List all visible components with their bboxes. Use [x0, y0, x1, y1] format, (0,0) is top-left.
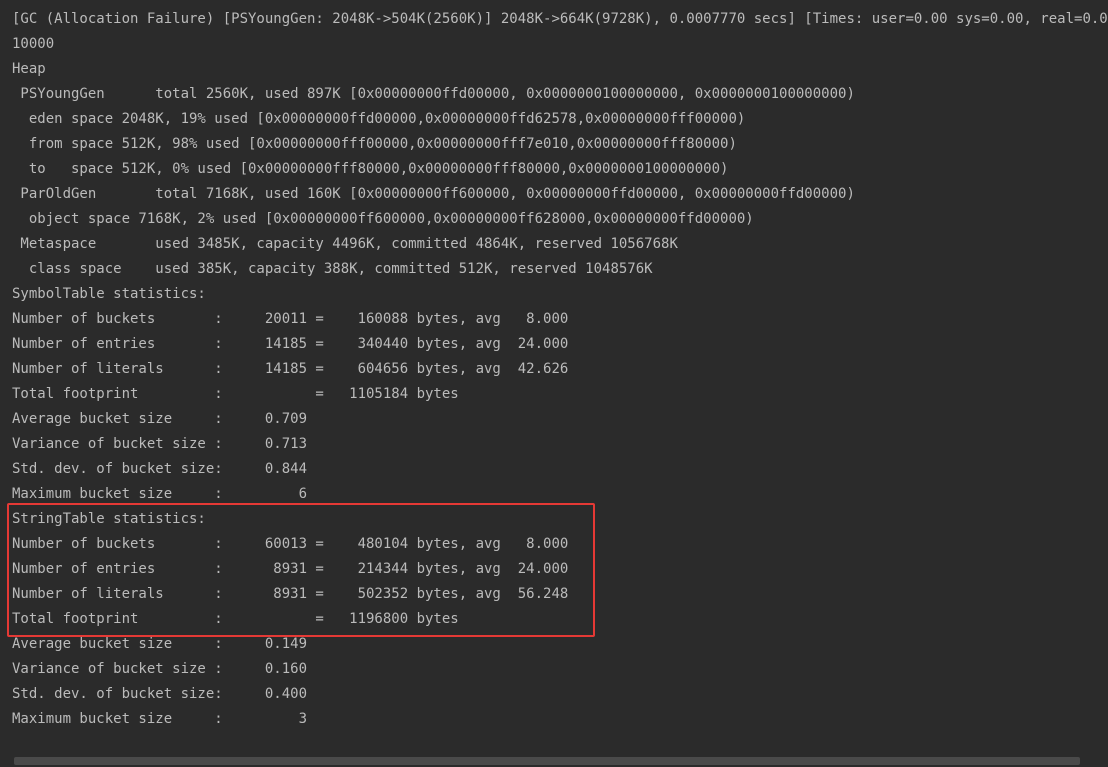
console-line-string-buckets: Number of buckets : 60013 = 480104 bytes…: [12, 536, 569, 552]
console-line-string-avg-bucket: Average bucket size : 0.149: [12, 636, 308, 652]
console-line-string-entries: Number of entries : 8931 = 214344 bytes,…: [12, 561, 569, 577]
console-lines: [GC (Allocation Failure) [PSYoungGen: 20…: [12, 7, 1108, 732]
horizontal-scrollbar[interactable]: [0, 755, 1108, 767]
console-output-panel[interactable]: [GC (Allocation Failure) [PSYoungGen: 20…: [0, 0, 1108, 767]
console-line-symbol-variance: Variance of bucket size : 0.713: [12, 436, 308, 452]
console-line-object-space: object space 7168K, 2% used [0x00000000f…: [12, 211, 754, 227]
console-line-output: 10000: [12, 36, 55, 52]
console-line-string-max-bucket: Maximum bucket size : 3: [12, 711, 308, 727]
console-line-symbol-buckets: Number of buckets : 20011 = 160088 bytes…: [12, 311, 569, 327]
console-line-metaspace: Metaspace used 3485K, capacity 4496K, co…: [12, 236, 678, 252]
console-line-string-footprint: Total footprint : = 1196800 bytes: [12, 611, 459, 627]
console-line-symbol-avg-bucket: Average bucket size : 0.709: [12, 411, 308, 427]
console-line-class-space: class space used 385K, capacity 388K, co…: [12, 261, 653, 277]
console-line-eden-space: eden space 2048K, 19% used [0x00000000ff…: [12, 111, 746, 127]
console-line-to-space: to space 512K, 0% used [0x00000000fff800…: [12, 161, 729, 177]
console-line-from-space: from space 512K, 98% used [0x00000000fff…: [12, 136, 737, 152]
console-line-symbol-max-bucket: Maximum bucket size : 6: [12, 486, 308, 502]
console-line-string-variance: Variance of bucket size : 0.160: [12, 661, 308, 677]
console-line-string-literals: Number of literals : 8931 = 502352 bytes…: [12, 586, 569, 602]
console-line-symbol-stddev: Std. dev. of bucket size: 0.844: [12, 461, 308, 477]
clipped-previous-line: [0, 0, 1108, 3]
console-line-symbol-entries: Number of entries : 14185 = 340440 bytes…: [12, 336, 569, 352]
console-line-string-stddev: Std. dev. of bucket size: 0.400: [12, 686, 308, 702]
horizontal-scrollbar-thumb[interactable]: [14, 757, 1080, 765]
console-line-gc-log: [GC (Allocation Failure) [PSYoungGen: 20…: [12, 11, 1108, 27]
console-line-symbol-footprint: Total footprint : = 1105184 bytes: [12, 386, 459, 402]
console-line-symboltable-title: SymbolTable statistics:: [12, 286, 206, 302]
console-line-psyounggen: PSYoungGen total 2560K, used 897K [0x000…: [12, 86, 855, 102]
console-line-paroldgen: ParOldGen total 7168K, used 160K [0x0000…: [12, 186, 855, 202]
console-line-heap-title: Heap: [12, 61, 46, 77]
console-line-stringtable-title: StringTable statistics:: [12, 511, 206, 527]
console-line-symbol-literals: Number of literals : 14185 = 604656 byte…: [12, 361, 569, 377]
